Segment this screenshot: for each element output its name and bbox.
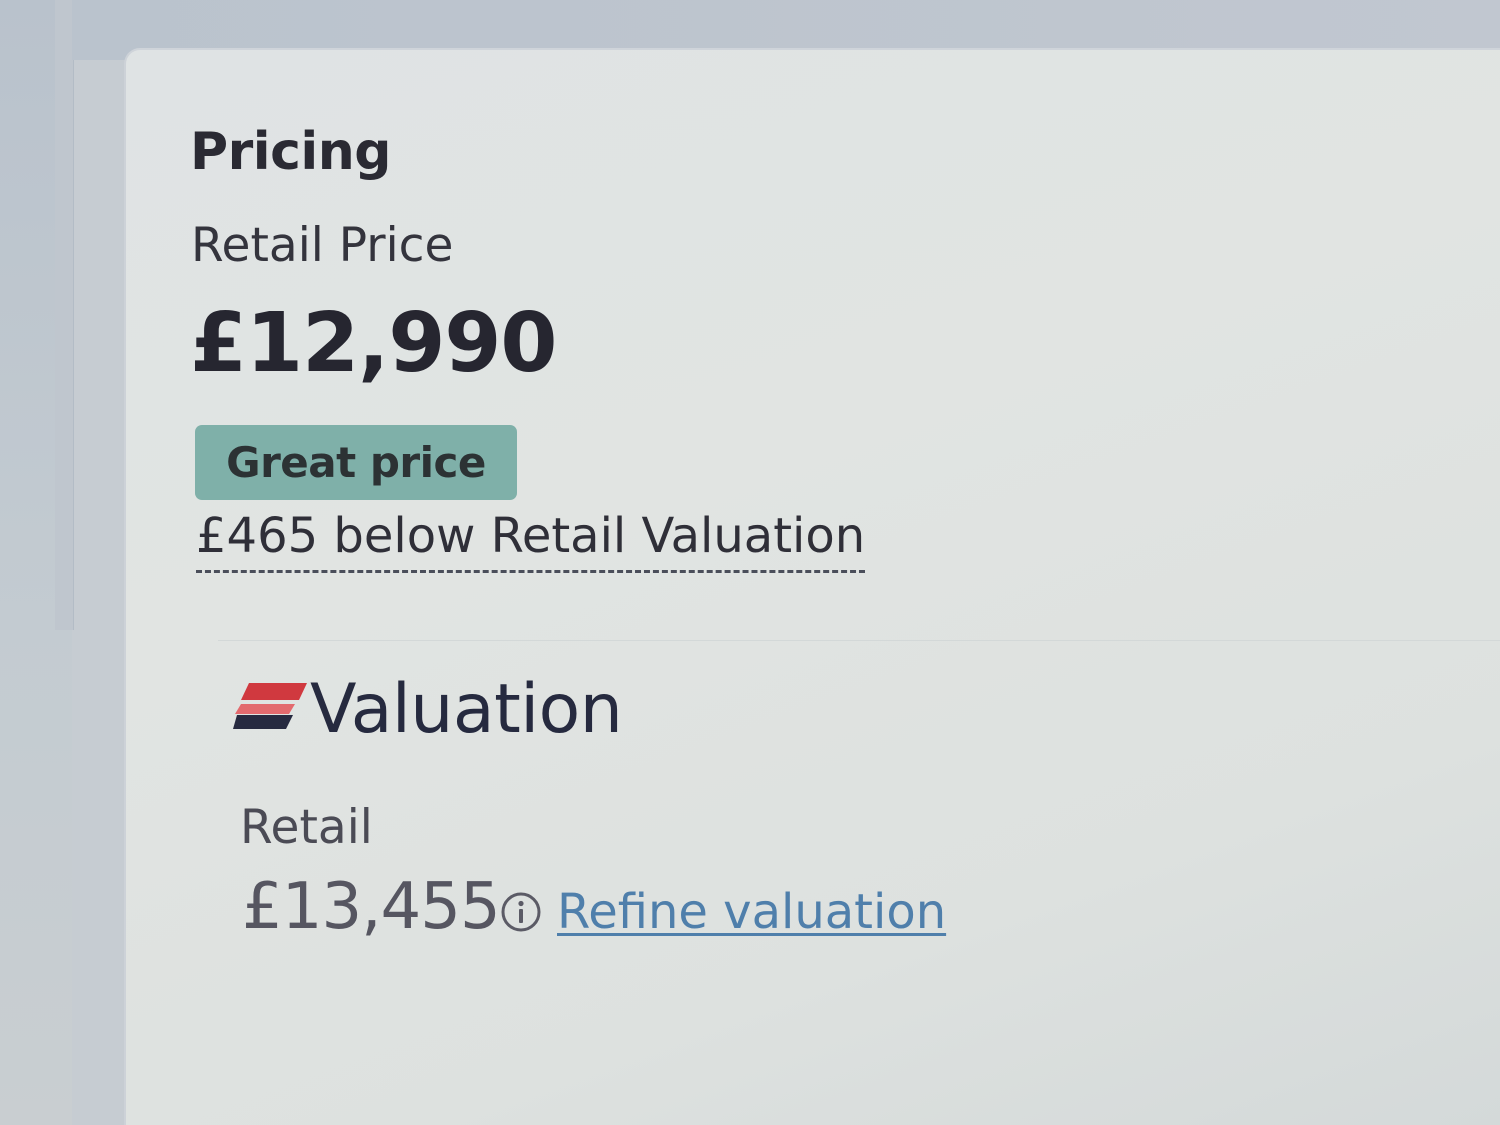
retail-price-label: Retail Price <box>191 218 454 273</box>
price-indicator-label: Great price <box>226 438 486 487</box>
autotrader-stripes-icon <box>233 683 307 729</box>
pricing-heading: Pricing <box>190 122 391 182</box>
pricing-card <box>124 48 1500 1125</box>
info-circle-icon[interactable] <box>499 890 543 934</box>
section-divider <box>218 640 1500 641</box>
retail-valuation-label: Retail <box>240 800 373 855</box>
retail-price-value: £12,990 <box>190 296 557 391</box>
background-panel-edge <box>55 0 74 630</box>
price-indicator-badge: Great price <box>195 425 517 500</box>
retail-valuation-value: £13,455 <box>242 870 501 944</box>
refine-valuation-link[interactable]: Refine valuation <box>557 884 946 940</box>
below-valuation-tooltip-trigger[interactable]: £465 below Retail Valuation <box>196 508 866 573</box>
valuation-heading: Valuation <box>310 670 623 749</box>
